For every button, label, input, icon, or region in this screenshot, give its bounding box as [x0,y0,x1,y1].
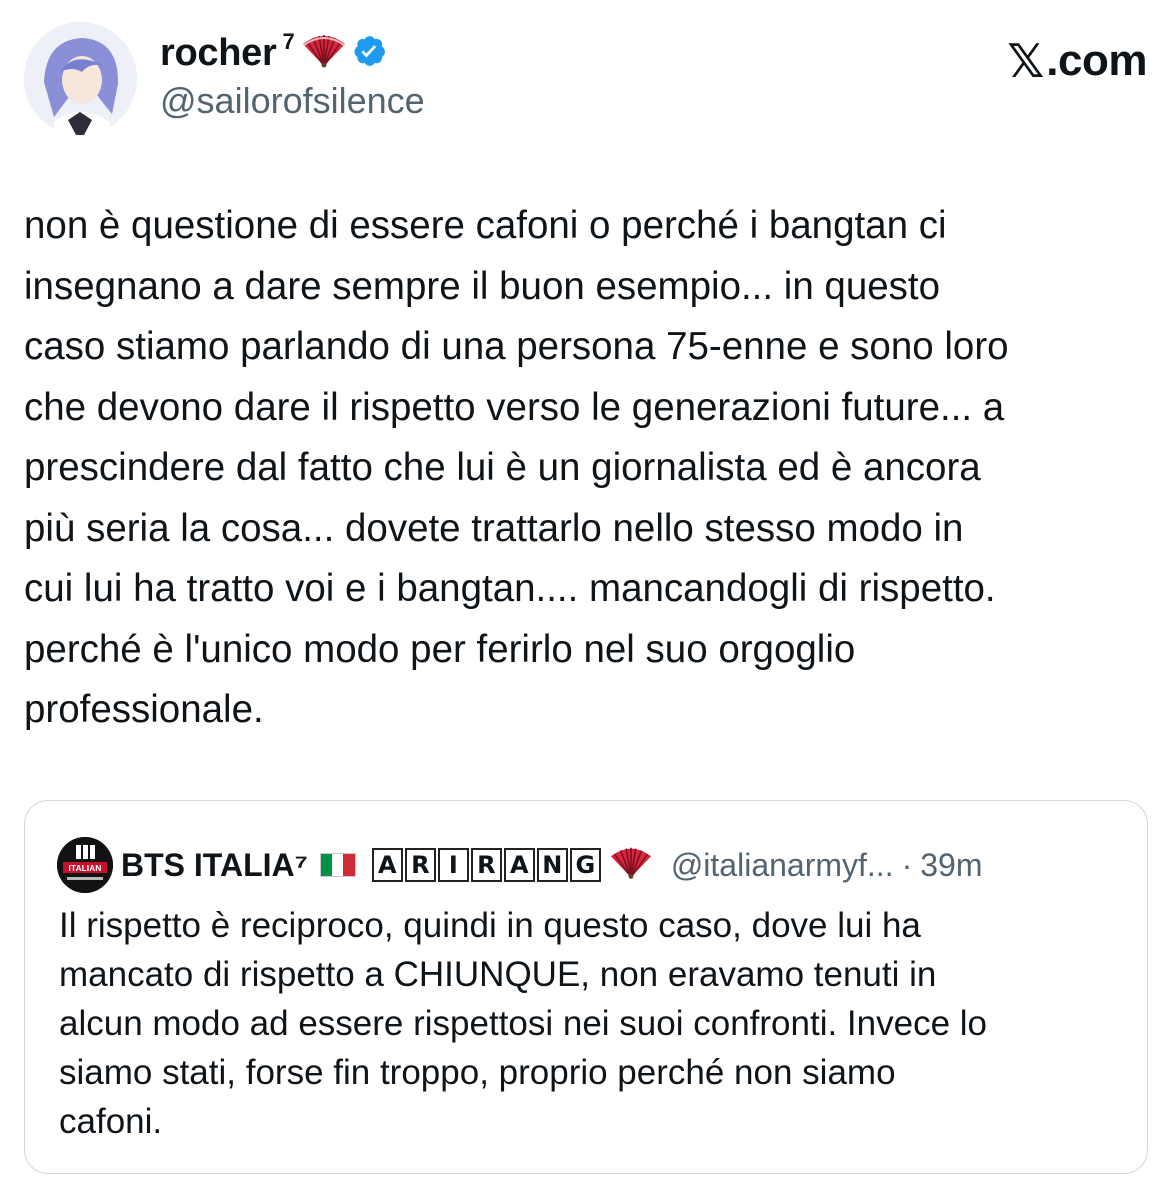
boxed-letter: G [569,848,601,882]
quoted-tweet-card[interactable]: ITALIAN BTS ITALIA⁷ A R I R A N G @itali… [24,800,1148,1174]
separator-dot: · [901,846,913,883]
author-handle[interactable]: @sailorofsilence [160,80,425,122]
tweet-header: rocher 7 @sailorofsilence 𝕏 .com [24,22,1151,137]
boxed-letter: N [536,848,568,882]
quoted-author-handle[interactable]: @italianarmyf... [671,847,894,884]
boxed-letter: R [470,848,502,882]
quoted-author-avatar[interactable]: ITALIAN [57,837,113,893]
quoted-tweet-time[interactable]: 39m [920,847,982,884]
boxed-letter: R [404,848,436,882]
quoted-tweet-header: ITALIAN BTS ITALIA⁷ A R I R A N G @itali… [57,837,982,893]
fan-icon [609,846,653,885]
italy-flag-icon [319,853,356,877]
boxed-letter: I [437,848,469,882]
tweet-text: non è questione di essere cafoni o perch… [24,204,1009,731]
quoted-avatar-text: ITALIAN [69,863,102,873]
x-domain: .com [1046,36,1147,85]
author-name-superscript: 7 [282,28,295,54]
author-name[interactable]: rocher [160,32,277,75]
boxed-letter: A [371,848,403,882]
arirang-boxed-letters: A R I R A N G [371,848,601,882]
verified-badge-icon [353,34,387,73]
boxed-letter: A [503,848,535,882]
quoted-tweet-text: Il rispetto è reciproco, quindi in quest… [59,906,988,1141]
fan-icon [301,34,347,73]
x-logo: 𝕏 .com [1007,34,1147,88]
quoted-author-name[interactable]: BTS ITALIA⁷ [121,847,308,884]
author-avatar[interactable] [24,22,137,135]
x-icon: 𝕏 [1007,34,1045,88]
